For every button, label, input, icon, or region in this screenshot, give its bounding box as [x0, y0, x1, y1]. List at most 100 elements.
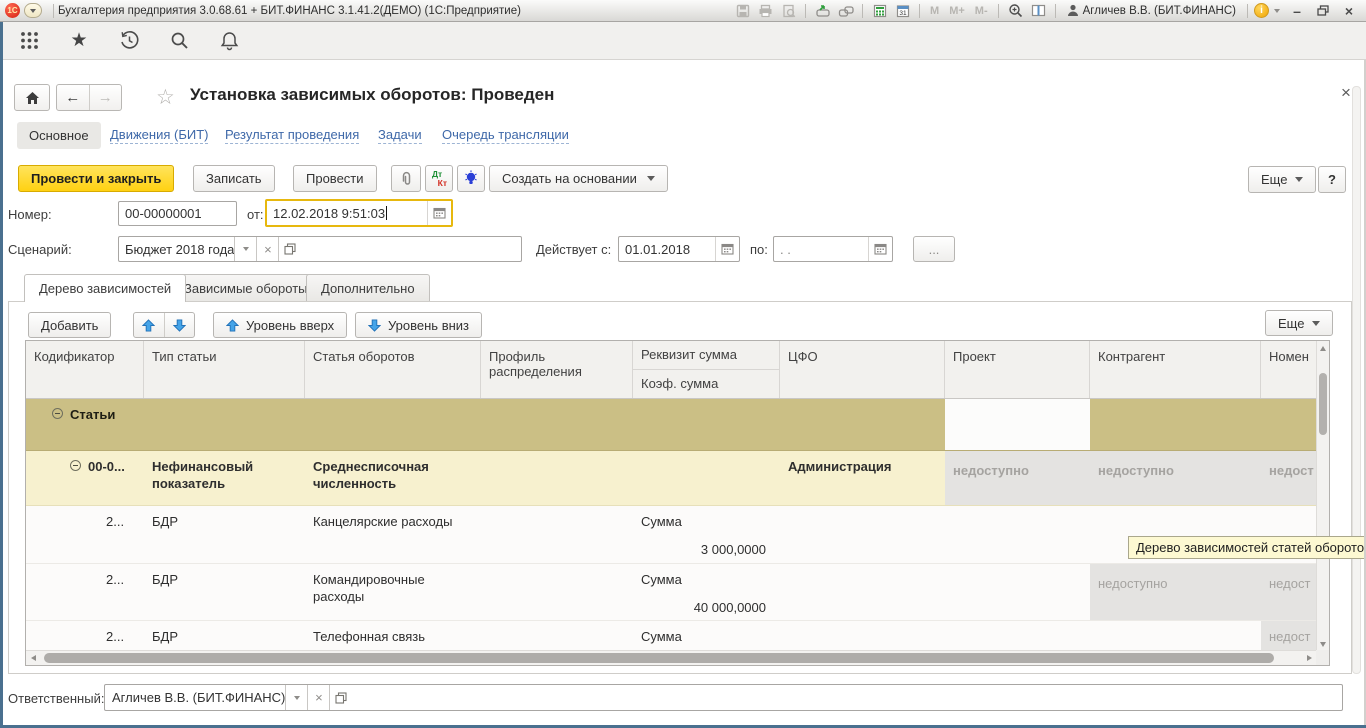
more-button-table[interactable]: Еще — [1265, 310, 1333, 336]
table-row-phone[interactable]: 2... БДР Телефонная связь Сумма недост — [26, 621, 1329, 652]
link-movements[interactable]: Движения (БИТ) — [110, 127, 208, 144]
date-picker-button[interactable] — [427, 201, 451, 225]
amount-cell: Сумма 3 000,0000 — [633, 506, 780, 563]
save-icon[interactable] — [732, 2, 753, 19]
table-row-indicator[interactable]: 00-0... Нефинансовый показатель Среднесп… — [26, 451, 1329, 506]
attachments-button[interactable] — [391, 165, 421, 192]
scenario-combo[interactable]: Бюджет 2018 года × — [118, 236, 522, 262]
valid-from-label: Действует с: — [536, 242, 611, 257]
calculator-icon[interactable] — [869, 2, 890, 19]
home-button[interactable] — [14, 84, 50, 111]
column-header-project[interactable]: Проект — [945, 341, 1090, 398]
info-caret-button[interactable] — [1271, 2, 1283, 19]
svg-text:31: 31 — [899, 10, 907, 17]
print-icon[interactable] — [755, 2, 776, 19]
calendar-icon — [874, 243, 887, 255]
column-header-amount-attribute[interactable]: Реквизит сумма — [633, 341, 779, 370]
move-down-button[interactable] — [165, 313, 195, 337]
valid-to-picker-button[interactable] — [868, 237, 892, 261]
responsible-open-button[interactable] — [329, 685, 351, 710]
level-up-button[interactable]: Уровень вверх — [213, 312, 347, 338]
link-translation-queue[interactable]: Очередь трансляции — [442, 127, 569, 144]
tab-dependency-tree[interactable]: Дерево зависимостей — [24, 274, 186, 302]
date-input[interactable]: 12.02.2018 9:51:03 — [265, 199, 453, 227]
scrollbar-thumb[interactable] — [1319, 373, 1327, 435]
table-row-travel[interactable]: 2... БДР Командировочные расходы Сумма 4… — [26, 564, 1329, 621]
get-link-icon[interactable] — [835, 2, 856, 19]
favorite-star-icon[interactable]: ☆ — [156, 87, 175, 108]
column-header-distribution-profile[interactable]: Профиль распределения — [481, 341, 633, 398]
restore-button[interactable] — [1311, 2, 1335, 20]
system-menu-button[interactable] — [24, 3, 42, 18]
column-header-article-type[interactable]: Тип статьи — [144, 341, 305, 398]
memory-m-button[interactable]: M — [926, 5, 943, 17]
current-user[interactable]: Агличев В.В. (БИТ.ФИНАНС) — [1062, 4, 1241, 17]
tab-dependent-turnovers[interactable]: Зависимые обороты — [169, 274, 323, 301]
forward-button[interactable]: → — [90, 85, 122, 110]
column-header-turnover-article[interactable]: Статья оборотов — [305, 341, 481, 398]
info-icon[interactable]: i — [1254, 3, 1269, 18]
column-header-amount-coefficient[interactable]: Коэф. сумма — [633, 370, 779, 398]
scrollbar-thumb[interactable] — [44, 653, 1274, 663]
memory-m-plus-button[interactable]: M+ — [945, 5, 969, 17]
more-button-top[interactable]: Еще — [1248, 166, 1316, 193]
search-icon[interactable] — [166, 28, 192, 54]
memory-m-minus-button[interactable]: M- — [971, 5, 992, 17]
scroll-down-icon[interactable] — [1320, 642, 1326, 647]
valid-from-value: 01.01.2018 — [625, 242, 690, 257]
responsible-value: Агличев В.В. (БИТ.ФИНАНС) — [112, 690, 285, 705]
notifications-bell-icon[interactable] — [216, 28, 242, 54]
collapse-expander-icon[interactable] — [52, 408, 63, 419]
scroll-right-icon[interactable] — [1307, 655, 1312, 661]
print-preview-icon[interactable] — [778, 2, 799, 19]
tab-additional[interactable]: Дополнительно — [306, 274, 430, 301]
post-button[interactable]: Провести — [293, 165, 377, 192]
add-button[interactable]: Добавить — [28, 312, 111, 338]
link-tasks[interactable]: Задачи — [378, 127, 422, 144]
form-scrollbar[interactable] — [1352, 86, 1361, 674]
amount-value: 3 000,0000 — [641, 541, 772, 558]
window-title: Бухгалтерия предприятия 3.0.68.61 + БИТ.… — [58, 5, 521, 17]
scenario-open-button[interactable] — [278, 237, 300, 261]
split-window-icon[interactable] — [1028, 2, 1049, 19]
minimize-button[interactable]: – — [1285, 2, 1309, 20]
contractor-cell-disabled: недоступно — [1090, 451, 1261, 505]
calendar-icon[interactable]: 31 — [892, 2, 913, 19]
responsible-combo[interactable]: Агличев В.В. (БИТ.ФИНАНС) × — [104, 684, 1343, 711]
responsible-dropdown-button[interactable] — [285, 685, 307, 710]
column-header-contractor[interactable]: Контрагент — [1090, 341, 1261, 398]
back-button[interactable]: ← — [57, 85, 90, 110]
scenario-clear-button[interactable]: × — [256, 237, 278, 261]
valid-from-picker-button[interactable] — [715, 237, 739, 261]
help-button[interactable]: ? — [1318, 166, 1346, 193]
dtkt-button[interactable]: ДтКт — [425, 165, 453, 192]
menu-grid-icon[interactable] — [16, 28, 42, 54]
tab-main[interactable]: Основное — [17, 122, 101, 149]
number-input[interactable]: 00-00000001 — [118, 201, 237, 226]
scroll-up-icon[interactable] — [1320, 346, 1326, 351]
post-and-close-button[interactable]: Провести и закрыть — [18, 165, 174, 192]
zoom-icon[interactable] — [1005, 2, 1026, 19]
valid-to-input[interactable]: . . — [773, 236, 893, 262]
write-button[interactable]: Записать — [193, 165, 275, 192]
responsible-clear-button[interactable]: × — [307, 685, 329, 710]
table-vertical-scrollbar[interactable] — [1316, 341, 1329, 652]
level-down-button[interactable]: Уровень вниз — [355, 312, 482, 338]
scroll-left-icon[interactable] — [31, 655, 36, 661]
add-link-icon[interactable] — [812, 2, 833, 19]
table-row-group[interactable]: Статьи — [26, 399, 1329, 451]
create-based-on-button[interactable]: Создать на основании — [489, 165, 668, 192]
history-icon[interactable] — [116, 28, 142, 54]
move-up-button[interactable] — [134, 313, 165, 337]
scenario-dropdown-button[interactable] — [234, 237, 256, 261]
column-header-cfo[interactable]: ЦФО — [780, 341, 945, 398]
column-header-codifier[interactable]: Кодификатор — [26, 341, 144, 398]
hint-button[interactable] — [457, 165, 485, 192]
valid-from-input[interactable]: 01.01.2018 — [618, 236, 740, 262]
collapse-expander-icon[interactable] — [70, 460, 81, 471]
close-button[interactable]: × — [1337, 2, 1361, 20]
favorites-star-icon[interactable]: ★ — [66, 28, 92, 54]
table-horizontal-scrollbar[interactable] — [26, 650, 1316, 665]
ellipsis-button[interactable]: ... — [913, 236, 955, 262]
link-posting-result[interactable]: Результат проведения — [225, 127, 359, 144]
